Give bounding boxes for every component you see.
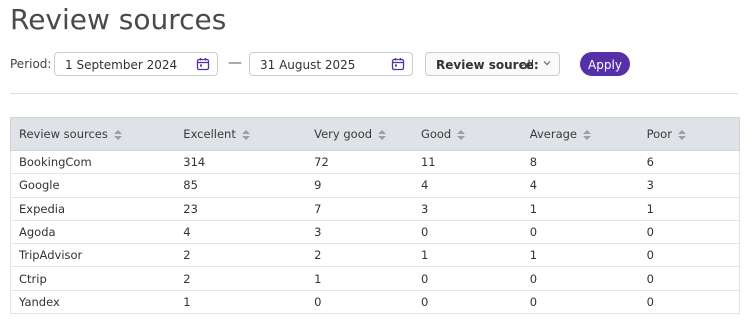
count-cell: 85 <box>175 173 307 198</box>
count-cell: 1 <box>175 290 307 315</box>
chevron-down-icon <box>543 61 551 66</box>
count-cell: 0 <box>521 220 639 245</box>
source-name-cell: Google <box>10 173 176 198</box>
table-row: Agoda 4 3 0 0 0 <box>10 220 740 245</box>
count-cell: 0 <box>638 266 740 291</box>
column-header-label: Very good <box>314 127 373 141</box>
calendar-icon[interactable] <box>391 57 405 71</box>
table-body: BookingCom 314 72 11 8 6 Google 85 9 4 4 3 Expedia 23… <box>10 150 740 315</box>
count-cell: 314 <box>175 150 307 175</box>
end-date-value: 31 August 2025 <box>260 58 356 72</box>
count-cell: 72 <box>306 150 413 175</box>
column-header[interactable]: Excellent <box>175 117 307 151</box>
source-name-cell: Yandex <box>10 290 176 315</box>
sort-icon[interactable] <box>113 129 122 141</box>
table-header-row: Review sources Excellent Very good Good Aver… <box>10 117 740 151</box>
review-source-dropdown[interactable]: Review source: all <box>425 52 560 76</box>
calendar-icon[interactable] <box>196 57 210 71</box>
end-date-field[interactable]: 31 August 2025 <box>249 52 413 76</box>
count-cell: 4 <box>175 220 307 245</box>
start-date-value: 1 September 2024 <box>65 58 178 72</box>
sort-icon[interactable] <box>378 129 387 141</box>
source-name-cell: TripAdvisor <box>10 243 176 268</box>
count-cell: 6 <box>638 150 740 175</box>
column-header[interactable]: Review sources <box>10 117 176 151</box>
count-cell: 3 <box>638 173 740 198</box>
count-cell: 0 <box>638 220 740 245</box>
count-cell: 0 <box>306 290 413 315</box>
column-header[interactable]: Very good <box>306 117 413 151</box>
count-cell: 1 <box>412 243 522 268</box>
count-cell: 2 <box>175 266 307 291</box>
source-name-cell: BookingCom <box>10 150 176 175</box>
count-cell: 3 <box>306 220 413 245</box>
sort-icon[interactable] <box>677 129 686 141</box>
source-name-cell: Agoda <box>10 220 176 245</box>
column-header[interactable]: Average <box>521 117 639 151</box>
count-cell: 0 <box>412 290 522 315</box>
count-cell: 0 <box>638 290 740 315</box>
column-header[interactable]: Good <box>412 117 522 151</box>
table-row: Yandex 1 0 0 0 0 <box>10 290 740 315</box>
count-cell: 0 <box>412 220 522 245</box>
count-cell: 0 <box>638 243 740 268</box>
column-header-label: Poor <box>646 127 672 141</box>
column-header-label: Review sources <box>19 127 108 141</box>
count-cell: 2 <box>175 243 307 268</box>
count-cell: 9 <box>306 173 413 198</box>
column-header-label: Excellent <box>183 127 236 141</box>
column-header-label: Average <box>529 127 578 141</box>
sort-icon[interactable] <box>241 129 250 141</box>
table-row: Ctrip 2 1 0 0 0 <box>10 266 740 291</box>
count-cell: 1 <box>306 266 413 291</box>
count-cell: 7 <box>306 197 413 221</box>
source-name-cell: Expedia <box>10 197 176 221</box>
count-cell: 1 <box>638 197 740 221</box>
count-cell: 0 <box>521 266 639 291</box>
table-row: BookingCom 314 72 11 8 6 <box>10 150 740 175</box>
count-cell: 4 <box>521 173 639 198</box>
period-label: Period: <box>10 57 52 71</box>
count-cell: 0 <box>412 266 522 291</box>
count-cell: 23 <box>175 197 307 221</box>
filter-bar: Period: 1 September 2024 — 31 August 202… <box>10 52 740 78</box>
count-cell: 1 <box>521 243 639 268</box>
page-title: Review sources <box>10 3 227 36</box>
table-row: Google 85 9 4 4 3 <box>10 173 740 198</box>
date-separator: — <box>228 55 242 71</box>
count-cell: 1 <box>521 197 639 221</box>
sort-icon[interactable] <box>583 129 592 141</box>
review-sources-table: Review sources Excellent Very good Good Aver… <box>10 117 740 315</box>
review-source-value: all <box>520 58 535 72</box>
column-header[interactable]: Poor <box>638 117 740 151</box>
column-header-label: Good <box>420 127 452 141</box>
count-cell: 2 <box>306 243 413 268</box>
table-row: Expedia 23 7 3 1 1 <box>10 197 740 221</box>
divider <box>10 93 738 94</box>
count-cell: 11 <box>412 150 522 175</box>
apply-button[interactable]: Apply <box>580 52 630 76</box>
count-cell: 0 <box>521 290 639 315</box>
table-row: TripAdvisor 2 2 1 1 0 <box>10 243 740 268</box>
count-cell: 3 <box>412 197 522 221</box>
count-cell: 8 <box>521 150 639 175</box>
start-date-field[interactable]: 1 September 2024 <box>54 52 218 76</box>
count-cell: 4 <box>412 173 522 198</box>
source-name-cell: Ctrip <box>10 266 176 291</box>
sort-icon[interactable] <box>457 129 466 141</box>
